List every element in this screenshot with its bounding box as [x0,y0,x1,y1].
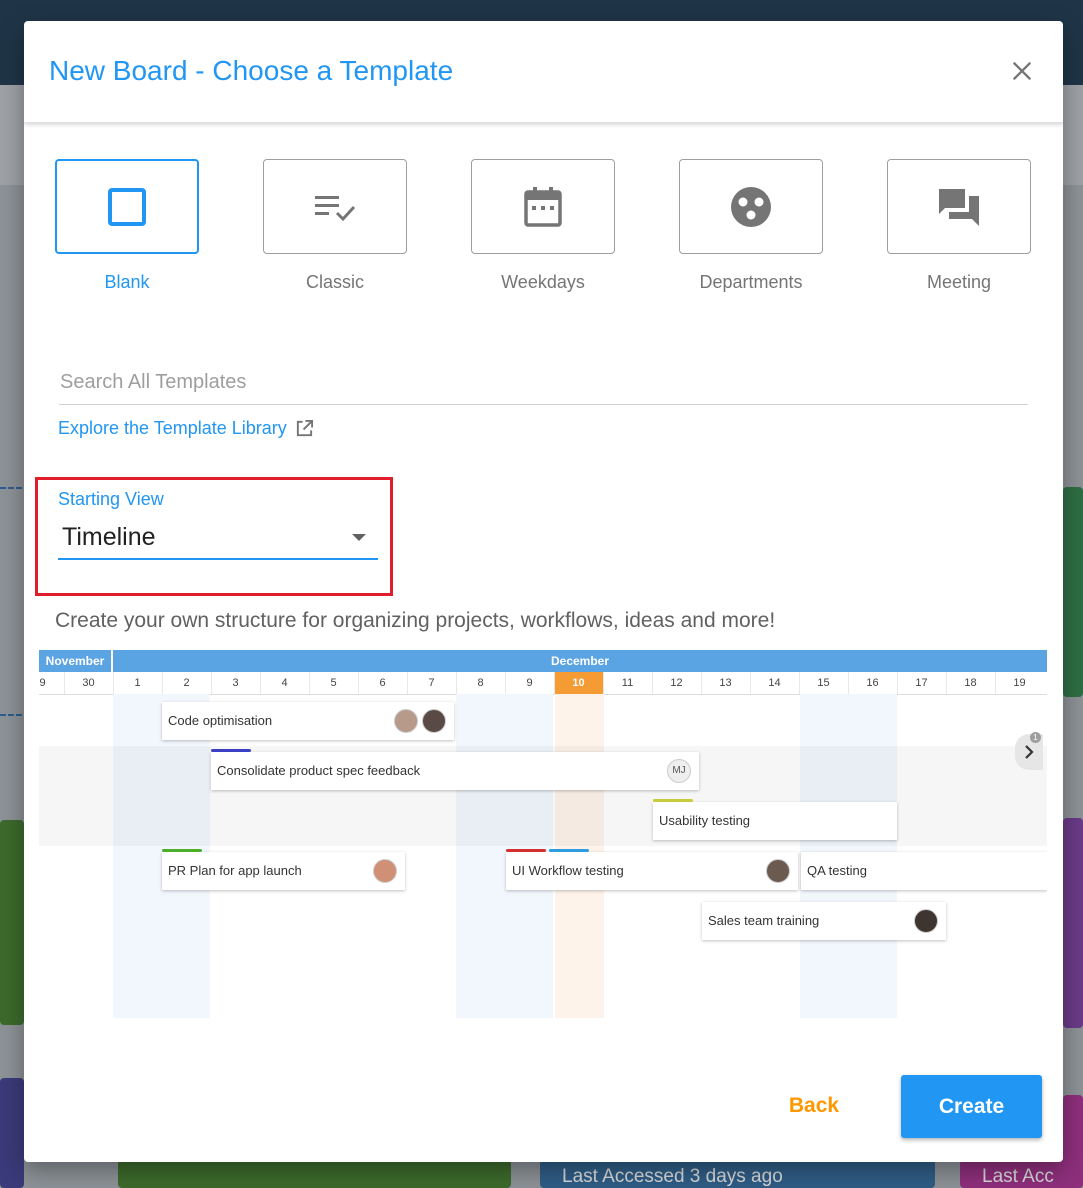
template-departments[interactable]: Departments [679,159,823,293]
back-button[interactable]: Back [764,1076,864,1136]
playlist-check-icon [315,195,356,221]
timeline-day: 15 [798,672,848,694]
timeline-task: PR Plan for app launch [162,849,405,890]
starting-view-label: Starting View [58,489,164,509]
timeline-day: 6 [357,672,407,694]
background-board-card: Last Accessed 3 days ago [540,1160,935,1188]
template-tile[interactable] [471,159,615,254]
group-circle-icon [731,186,771,227]
timeline-month: December [113,650,1047,672]
task-name: UI Workflow testing [512,863,624,878]
template-tile[interactable] [679,159,823,254]
timeline-day: 16 [847,672,897,694]
template-tile[interactable] [55,159,199,254]
template-blank[interactable]: Blank [55,159,199,293]
task-name: Code optimisation [168,713,273,728]
timeline-days-row: 293012345678910111213141516171819 [39,672,1047,695]
explore-template-library-link[interactable]: Explore the Template Library [58,418,314,439]
background-divider [0,487,22,489]
task-name: Usability testing [659,813,751,828]
background-divider [0,714,22,716]
template-meeting[interactable]: Meeting [887,159,1031,293]
square-outline-icon [108,187,146,226]
timeline-day: 8 [455,672,505,694]
avatar [373,859,397,883]
template-label: Weekdays [501,272,585,292]
task-name: PR Plan for app launch [168,863,302,878]
dialog-title: New Board - Choose a Template [49,55,454,86]
timeline-day: 12 [651,672,701,694]
avatar [766,859,790,883]
template-label: Blank [104,272,150,292]
chat-bubbles-icon [939,188,979,226]
background-board-card [1063,818,1083,1028]
timeline-day: 14 [749,672,799,694]
timeline-day: 2 [161,672,211,694]
task-name: Consolidate product spec feedback [217,763,421,778]
dialog-header: New Board - Choose a Template [24,21,1063,123]
avatar [394,709,418,733]
background-last-accessed: Last Accessed 3 days ago [562,1166,783,1187]
search-input[interactable] [59,371,1030,394]
background-board-card [0,820,24,1025]
timeline-task: Consolidate product spec feedback MJ [211,749,699,790]
task-label-stripe [506,849,546,852]
background-board-card [0,1078,24,1188]
new-board-dialog: New Board - Choose a Template Blank Clas… [24,21,1063,1162]
close-icon[interactable] [1009,58,1035,84]
dropdown-arrow-icon [352,534,366,541]
avatar: MJ [667,759,691,783]
template-classic[interactable]: Classic [263,159,407,293]
timeline-month: November [39,650,111,672]
notification-badge: 1 [1030,732,1041,743]
timeline-day: 17 [896,672,946,694]
task-name: QA testing [807,863,867,878]
background-last-accessed: Last Acc [982,1166,1054,1187]
background-board-card: Last Acc [960,1160,1083,1188]
timeline-day: 29 [39,672,64,694]
calendar-icon [524,186,562,227]
timeline-day: 9 [504,672,554,694]
timeline-day: 18 [945,672,995,694]
timeline-preview: November December 2930123456789101112131… [39,650,1047,1018]
open-in-new-icon [296,419,313,437]
template-tile[interactable] [263,159,407,254]
timeline-day: 3 [210,672,260,694]
timeline-day: 13 [700,672,750,694]
avatar [914,909,938,933]
task-name: Sales team training [708,913,820,928]
template-label: Meeting [926,272,992,292]
create-button[interactable]: Create [901,1075,1042,1138]
template-weekdays[interactable]: Weekdays [471,159,615,293]
timeline-day: 30 [63,672,113,694]
template-label: Classic [305,272,364,292]
task-label-stripe [211,749,251,752]
template-tile[interactable] [887,159,1031,254]
template-description: Create your own structure for organizing… [55,609,776,632]
timeline-day: 1 [112,672,162,694]
timeline-task: Usability testing [653,799,897,840]
explore-link-label: Explore the Template Library [58,418,287,438]
timeline-day: 4 [259,672,309,694]
timeline-day: 10 [553,672,603,694]
task-label-stripe [549,849,589,852]
starting-view-value: Timeline [62,523,156,551]
template-label: Departments [699,272,803,292]
timeline-day: 7 [406,672,456,694]
timeline-day: 5 [308,672,358,694]
timeline-task: Code optimisation [162,702,454,740]
background-board-card [1063,487,1083,697]
task-label-stripe [653,799,693,802]
starting-view-select[interactable]: Timeline [58,518,378,560]
task-label-stripe [162,849,202,852]
background-board-card [118,1160,511,1188]
timeline-day: 11 [602,672,652,694]
timeline-task: QA testing [801,852,1047,890]
chevron-right-icon [1025,745,1034,759]
avatar [422,709,446,733]
search-templates[interactable] [59,371,1030,405]
timeline-task: UI Workflow testing [506,849,798,890]
timeline-day: 19 [994,672,1044,694]
timeline-task: Sales team training [702,902,946,940]
